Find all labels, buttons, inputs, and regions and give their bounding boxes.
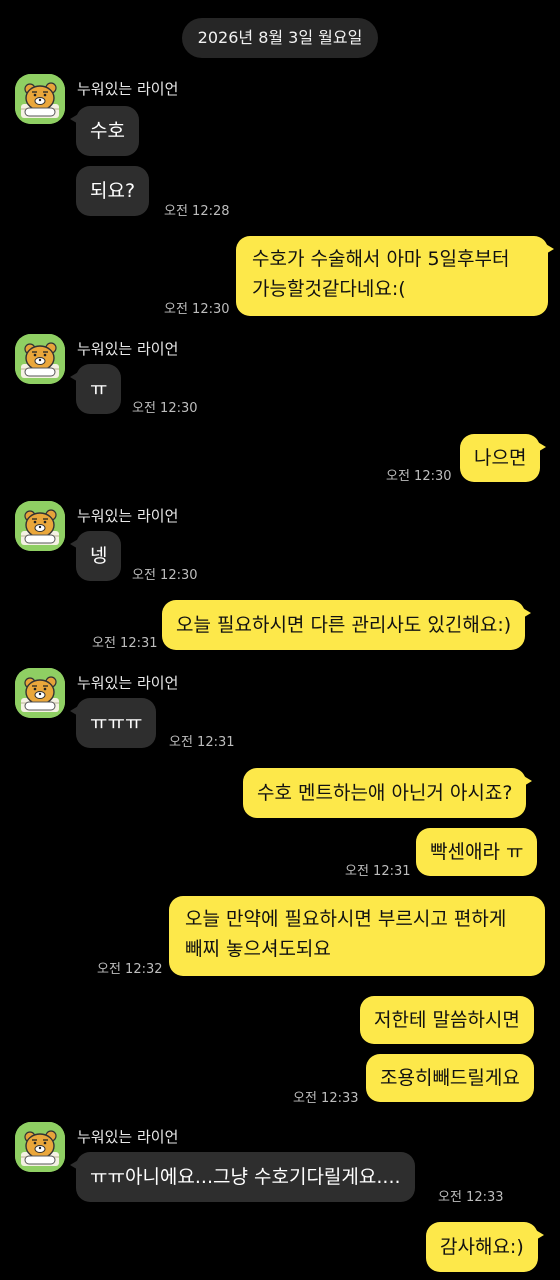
message-bubble-outgoing[interactable]: 빡센애라 ㅠ — [416, 828, 538, 876]
message-timestamp: 오전 12:30 — [132, 568, 198, 583]
ryan-avatar-icon[interactable] — [15, 1122, 65, 1172]
message-bubble-outgoing[interactable]: 오늘 만약에 필요하시면 부르시고 편하게 빼찌 놓으셔도되요 — [169, 896, 545, 976]
message-timestamp: 오전 12:31 — [92, 636, 158, 651]
sender-name: 누워있는 라이언 — [77, 674, 179, 692]
ryan-avatar-icon[interactable] — [15, 74, 65, 124]
sender-name: 누워있는 라이언 — [77, 507, 179, 525]
ryan-avatar-icon[interactable] — [15, 334, 65, 384]
message-timestamp: 오전 12:31 — [345, 864, 411, 879]
message-bubble-outgoing[interactable]: 나으면 — [460, 434, 547, 482]
message-bubble-outgoing[interactable]: 오늘 필요하시면 다른 관리사도 있긴해요:) — [162, 600, 532, 650]
message-timestamp: 오전 12:32 — [97, 962, 163, 977]
message-bubble-incoming[interactable]: ㅠㅠ아니에요...그냥 수호기다릴게요.... — [70, 1152, 415, 1202]
sender-name: 누워있는 라이언 — [77, 1128, 179, 1146]
message-timestamp: 오전 12:33 — [293, 1091, 359, 1106]
date-divider: 2026년 8월 3일 월요일 — [182, 18, 378, 58]
message-timestamp: 오전 12:30 — [386, 469, 452, 484]
message-bubble-incoming[interactable]: 되요? — [76, 166, 150, 216]
message-bubble-outgoing[interactable]: 조용히빼드릴게요 — [366, 1054, 534, 1102]
message-timestamp: 오전 12:33 — [438, 1190, 504, 1205]
sender-name: 누워있는 라이언 — [77, 340, 179, 358]
message-timestamp: 오전 12:31 — [169, 735, 235, 750]
message-timestamp: 오전 12:30 — [164, 302, 230, 317]
message-bubble-outgoing[interactable]: 저한테 말씀하시면 — [360, 996, 534, 1044]
message-bubble-incoming[interactable]: 수호 — [70, 106, 139, 156]
message-bubble-outgoing[interactable]: 수호가 수술해서 아마 5일후부터 가능할것같다네요:( — [236, 236, 554, 316]
message-bubble-incoming[interactable]: ㅠ — [69, 364, 122, 414]
message-timestamp: 오전 12:30 — [132, 401, 198, 416]
message-bubble-incoming[interactable]: 넹 — [69, 531, 122, 581]
message-bubble-incoming[interactable]: ㅠㅠㅠ — [69, 698, 157, 748]
message-bubble-outgoing[interactable]: 감사해요:) — [426, 1222, 544, 1272]
sender-name: 누워있는 라이언 — [77, 80, 179, 98]
message-timestamp: 오전 12:28 — [164, 204, 230, 219]
message-bubble-outgoing[interactable]: 수호 멘트하는애 아닌거 아시죠? — [243, 768, 533, 818]
ryan-avatar-icon[interactable] — [15, 501, 65, 551]
ryan-avatar-icon[interactable] — [15, 668, 65, 718]
